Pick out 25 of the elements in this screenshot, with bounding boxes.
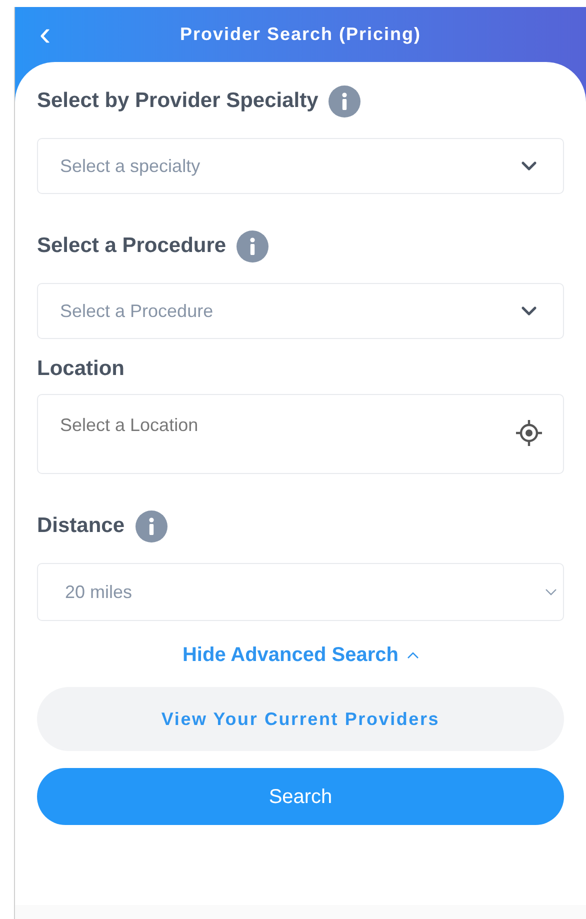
dropdown-field[interactable]: Select a specialty: [37, 138, 564, 194]
view-providers-button[interactable]: View Your Current Providers: [37, 687, 564, 751]
locate-icon: [515, 419, 543, 447]
info-icon[interactable]: [134, 510, 168, 542]
location-field[interactable]: Select a Location: [37, 394, 564, 474]
selected-value: 20 miles: [65, 580, 132, 604]
placeholder-text: Select a Procedure: [60, 300, 214, 322]
back-button[interactable]: ‹: [35, 17, 55, 51]
chevron-down-icon: [545, 588, 557, 596]
info-icon[interactable]: [236, 230, 270, 262]
distance-select[interactable]: 20 miles: [37, 563, 564, 621]
dropdown-field[interactable]: Select a Procedure: [37, 283, 564, 339]
field-label: Location: [37, 356, 124, 382]
field-label: Distance: [37, 513, 125, 540]
field-label: Select by Provider Specialty: [37, 88, 318, 114]
caret-icon: [406, 651, 418, 659]
screen-title: Provider Search (Pricing): [180, 23, 422, 46]
chevron-down-icon: [521, 161, 537, 171]
placeholder-text: Select a specialty: [60, 154, 200, 178]
placeholder-text: Select a Location: [60, 414, 198, 437]
search-button[interactable]: Search: [37, 768, 564, 825]
field-label: Select a Procedure: [37, 233, 226, 260]
info-icon[interactable]: [328, 84, 362, 118]
advanced-search-toggle[interactable]: Hide Advanced Search: [182, 640, 418, 670]
chevron-down-icon: [521, 306, 537, 316]
